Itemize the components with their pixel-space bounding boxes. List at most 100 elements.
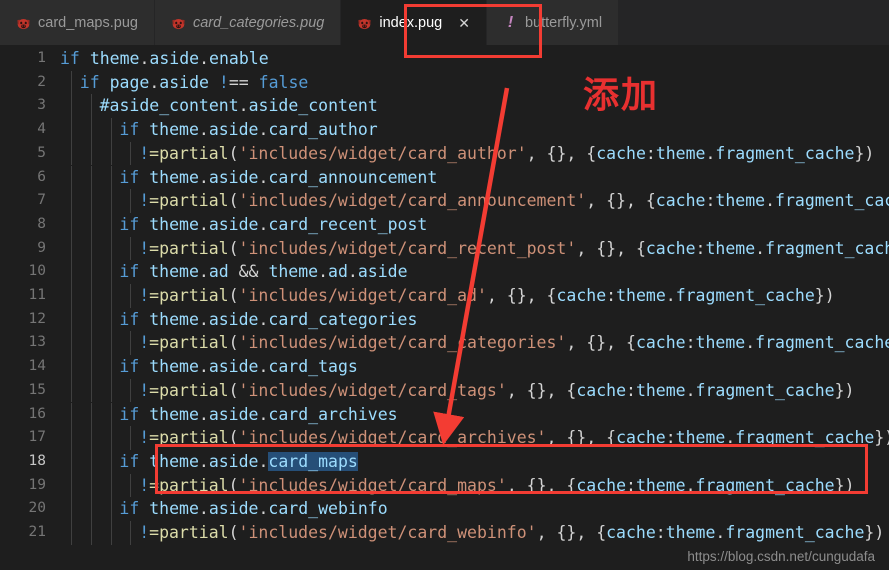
code-token: theme	[635, 475, 686, 495]
code-token: =	[149, 428, 160, 448]
code-token: if	[119, 309, 150, 329]
code-token: .	[347, 262, 358, 282]
code-token: theme	[655, 143, 706, 163]
indent-guide	[130, 521, 132, 545]
code-line[interactable]: 4 if theme.aside.card_author	[0, 118, 889, 142]
indent-guide	[90, 426, 92, 450]
code-token: cache	[576, 475, 626, 495]
code-line[interactable]: 18 if theme.aside.card_maps	[0, 449, 889, 474]
code-line[interactable]: 7 !=partial('includes/widget/card_announc…	[0, 189, 889, 213]
line-number: 20	[28, 500, 46, 517]
code-token: .	[198, 451, 209, 471]
line-number: 18	[28, 452, 46, 469]
code-token: {	[566, 475, 577, 495]
code-line-text: !=partial('includes/widget/card_author',…	[139, 142, 874, 166]
code-token: theme	[149, 167, 199, 187]
indent-guide	[110, 497, 112, 521]
code-token: {	[546, 286, 557, 305]
code-line[interactable]: 21 !=partial('includes/widget/card_webinf…	[0, 521, 889, 545]
code-line[interactable]: 15 !=partial('includes/widget/card_tags',…	[0, 378, 889, 403]
indent-guide	[71, 236, 72, 261]
code-token: {}	[606, 191, 626, 211]
code-line[interactable]: 16 if theme.aside.card_archives	[0, 402, 889, 427]
code-line[interactable]: 9 !=partial('includes/widget/card_recent_…	[0, 236, 889, 261]
indent-guide	[71, 212, 72, 237]
code-token: theme	[149, 404, 199, 424]
close-icon[interactable]: ✕	[458, 16, 470, 30]
code-token: =	[149, 191, 160, 211]
code-token: .	[198, 309, 209, 329]
code-token: ,	[586, 428, 607, 448]
line-number: 3	[37, 97, 46, 114]
code-token: 'includes/widget/card_recent_post'	[238, 238, 577, 258]
indent-guide	[71, 260, 72, 284]
code-line[interactable]: 6 if theme.aside.card_announcement	[0, 165, 889, 190]
code-token: ,	[606, 333, 626, 353]
code-token: :	[705, 191, 716, 211]
code-token: :	[665, 428, 676, 448]
code-token: if	[60, 49, 90, 68]
code-token: .	[149, 72, 160, 92]
tab-bar-empty-space	[619, 0, 889, 45]
code-line[interactable]: 13 !=partial('includes/widget/card_catego…	[0, 331, 889, 356]
code-token: partial	[159, 475, 229, 495]
editor-tab-butterfly-yml[interactable]: ! butterfly.yml	[486, 0, 620, 45]
code-token: (	[228, 428, 239, 448]
code-token: ,	[546, 475, 567, 495]
code-line[interactable]: 1 if theme.aside.enable	[0, 47, 889, 71]
code-token: 'includes/widget/card_webinfo'	[238, 523, 537, 542]
code-line[interactable]: 17 !=partial('includes/widget/card_archiv…	[0, 426, 889, 450]
indent-guide	[71, 118, 72, 142]
indent-guide	[110, 236, 112, 261]
code-token: fragment_cache	[725, 523, 865, 542]
code-line[interactable]: 10 if theme.ad && theme.ad.aside	[0, 260, 889, 284]
code-token: partial	[159, 143, 229, 163]
indent-guide	[90, 402, 92, 427]
code-token: page	[109, 72, 150, 92]
code-line[interactable]: 12 if theme.aside.card_categories	[0, 307, 889, 332]
line-number: 14	[28, 358, 46, 375]
code-token: fragment_cache	[765, 238, 889, 258]
code-token: {	[635, 238, 646, 258]
code-token: :	[695, 238, 706, 258]
code-line[interactable]: 8 if theme.aside.card_recent_post	[0, 212, 889, 237]
indent-guide	[90, 189, 92, 213]
code-token: ,	[526, 286, 547, 305]
code-token: })	[814, 286, 835, 305]
code-token: cache	[596, 143, 646, 163]
indent-guide	[71, 355, 72, 379]
code-token: ,	[576, 523, 597, 542]
code-line[interactable]: 2 if page.aside !== false	[0, 70, 889, 95]
indent-guide	[90, 212, 92, 237]
code-token: {	[626, 333, 636, 353]
code-token: partial	[159, 191, 229, 211]
code-token: (	[228, 333, 239, 353]
code-token: if	[119, 214, 150, 234]
indent-guide	[90, 260, 92, 284]
code-token: theme	[705, 238, 756, 258]
code-line-text: !=partial('includes/widget/card_webinfo'…	[139, 521, 884, 545]
indent-guide	[90, 284, 92, 308]
indent-guide	[110, 212, 112, 237]
code-token: (	[228, 380, 239, 400]
code-token: fragment_cache	[675, 286, 815, 305]
editor-tab-card-maps-pug[interactable]: card_maps.pug	[0, 0, 155, 45]
code-line[interactable]: 20 if theme.aside.card_webinfo	[0, 497, 889, 521]
editor-tab-index-pug[interactable]: index.pug ✕	[341, 0, 487, 45]
code-token: {	[645, 191, 656, 211]
indent-guide	[110, 260, 112, 284]
code-line[interactable]: 3 #aside_content.aside_content	[0, 94, 889, 119]
code-token: ,	[546, 428, 567, 448]
code-line[interactable]: 5 !=partial('includes/widget/card_author'…	[0, 141, 889, 166]
code-token: =	[149, 333, 160, 353]
code-token: {	[566, 380, 577, 400]
code-editor-area[interactable]: 1 if theme.aside.enable 2 if page.aside !==…	[0, 45, 889, 570]
code-token: if	[119, 167, 150, 187]
code-line[interactable]: 19 !=partial('includes/widget/card_maps',…	[0, 473, 889, 498]
watermark-text: https://blog.csdn.net/cungudafa	[687, 549, 875, 564]
code-token: if	[119, 404, 150, 424]
line-number: 13	[28, 334, 46, 351]
editor-tab-card-categories-pug[interactable]: card_categories.pug	[154, 0, 342, 45]
code-line[interactable]: 11 !=partial('includes/widget/card_ad', {…	[0, 284, 889, 308]
code-line[interactable]: 14 if theme.aside.card_tags	[0, 355, 889, 379]
